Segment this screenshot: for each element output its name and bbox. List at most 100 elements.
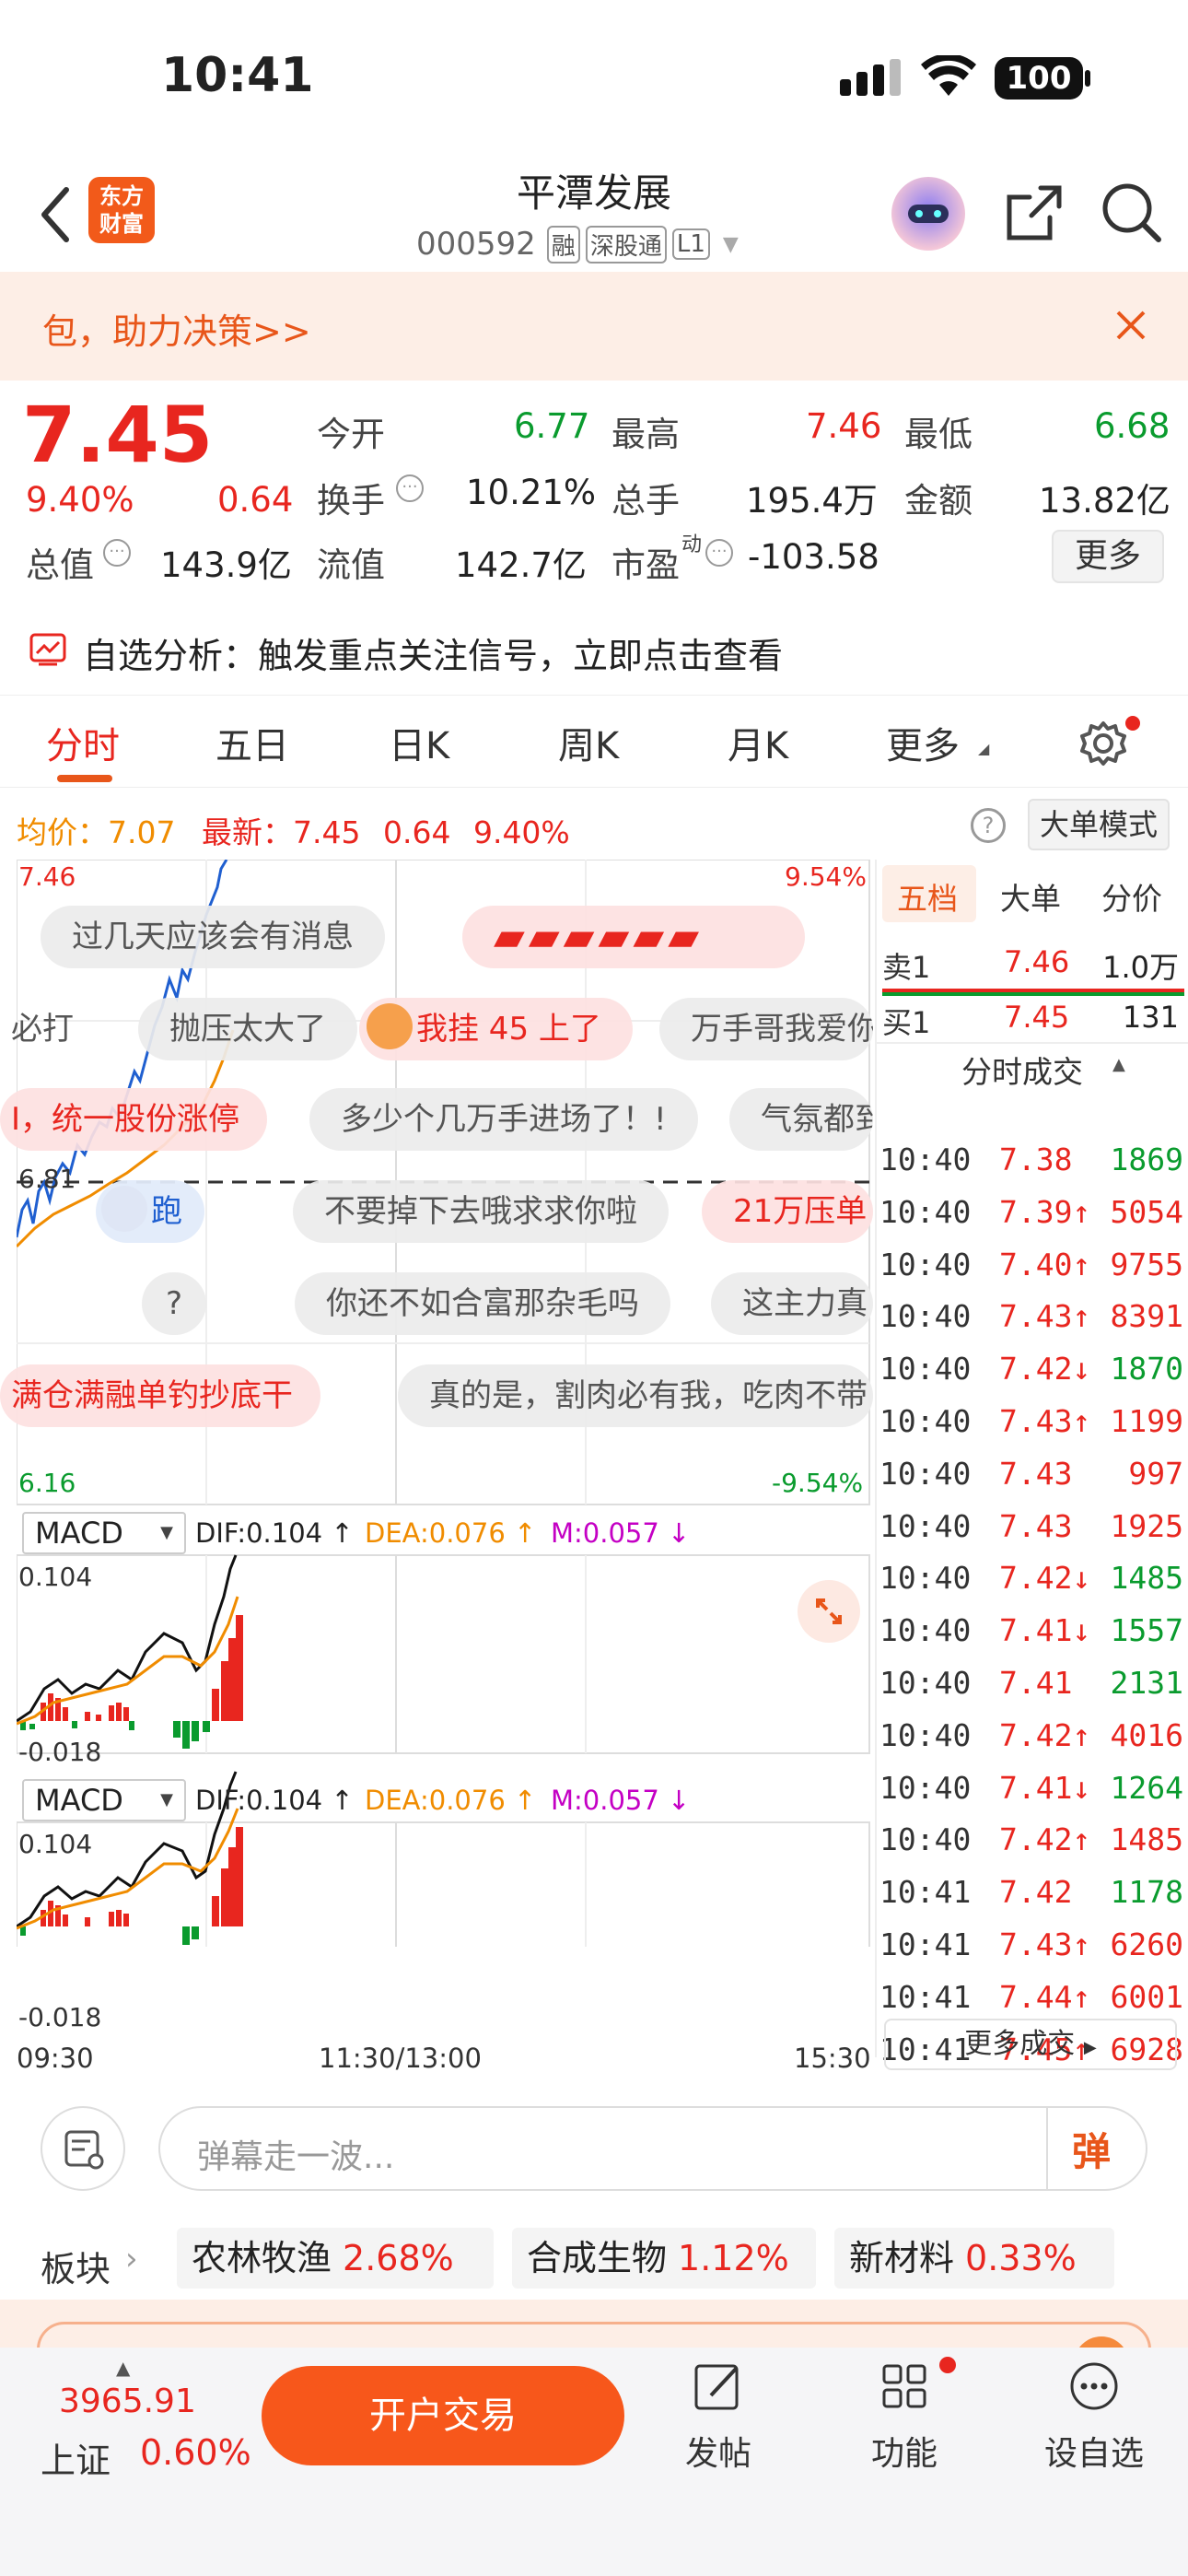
edit-icon bbox=[694, 2364, 739, 2410]
time-axis-end: 15:30 bbox=[794, 2043, 871, 2074]
danmu-comment[interactable]: 必打 bbox=[0, 998, 85, 1060]
more-trades-button[interactable]: 更多成交 ▶ bbox=[884, 2019, 1177, 2070]
expand-icon[interactable] bbox=[798, 1580, 860, 1643]
total-value-label: 总值 bbox=[26, 545, 94, 585]
tab-daily-k[interactable]: 日K bbox=[389, 716, 449, 769]
tab-big-orders[interactable]: 大单 bbox=[1000, 874, 1061, 919]
danmu-comment[interactable]: 你还不如合富那杂毛吗 bbox=[295, 1272, 670, 1335]
macd-top-1: 0.104 bbox=[18, 1562, 93, 1592]
danmu-input-placeholder: 弹幕走一波... bbox=[197, 2138, 395, 2176]
high-value: 7.46 bbox=[806, 406, 882, 446]
danmu-comment[interactable]: 万手哥我爱你 bbox=[659, 998, 873, 1060]
post-button[interactable]: 发帖 bbox=[670, 2359, 766, 2478]
search-icon[interactable] bbox=[1100, 181, 1164, 245]
more-button[interactable]: 更多 bbox=[1052, 530, 1164, 583]
big-order-mode-button[interactable]: 大单模式 bbox=[1028, 799, 1170, 850]
trade-row: 10:40 7.39↑ 5054 bbox=[879, 1194, 1183, 1247]
add-watchlist-button[interactable]: 设自选 bbox=[1039, 2359, 1149, 2478]
danmu-text: 跑 bbox=[151, 1193, 182, 1230]
danmu-flag-comment[interactable]: ▰▰▰▰▰▰ bbox=[462, 906, 805, 968]
help-icon[interactable]: ? bbox=[971, 808, 1006, 843]
trades-title[interactable]: 分时成交 bbox=[961, 1048, 1083, 1092]
danmu-comment[interactable]: I，统一股份涨停 bbox=[0, 1088, 268, 1151]
tab-price-distribution[interactable]: 分价 bbox=[1101, 874, 1162, 919]
buy1-price: 7.45 bbox=[1004, 1000, 1070, 1035]
tab-five-day[interactable]: 五日 bbox=[215, 716, 289, 769]
trade-time: 10:40 bbox=[879, 1455, 972, 1492]
danmu-comment[interactable]: 我挂 45 上了 bbox=[359, 998, 633, 1060]
promo-banner[interactable]: 包，助力决策>> bbox=[0, 272, 1188, 381]
danmu-comment[interactable]: 不要掉下去哦求求你啦 bbox=[293, 1180, 669, 1243]
danmu-comment[interactable]: 抛压太大了 bbox=[138, 998, 357, 1060]
trade-time: 10:41 bbox=[879, 1874, 972, 1911]
function-button[interactable]: 功能 bbox=[856, 2359, 952, 2478]
turnover-label: 换手 bbox=[317, 481, 385, 521]
sector-chip[interactable]: 新材料 0.33% bbox=[834, 2228, 1114, 2289]
danmu-comment[interactable]: 过几天应该会有消息 bbox=[41, 906, 385, 968]
danmu-comment[interactable]: ? bbox=[142, 1272, 207, 1335]
amount-value: 13.82亿 bbox=[1039, 481, 1171, 521]
danmu-settings-icon[interactable] bbox=[41, 2106, 125, 2191]
danmu-comment[interactable]: 跑 bbox=[96, 1180, 204, 1243]
open-account-trade-button[interactable]: 开户交易 bbox=[262, 2366, 624, 2465]
macd-m: M:0.057 ↓ bbox=[551, 1785, 691, 1816]
dropdown-icon[interactable]: ▼ bbox=[723, 233, 739, 256]
send-danmu-button[interactable]: 弹 bbox=[1072, 2121, 1127, 2176]
trade-price: 7.40↑ bbox=[999, 1246, 1091, 1282]
danmu-comment[interactable]: 这主力真 bbox=[711, 1272, 873, 1335]
danmu-comment[interactable]: 满仓满融单钓抄底干 bbox=[0, 1364, 320, 1427]
tab-more[interactable]: 更多 bbox=[886, 716, 960, 769]
index-value[interactable]: 3965.91 bbox=[59, 2383, 196, 2420]
more-dots-icon bbox=[1070, 2362, 1118, 2410]
bottom-toolbar: ▲ 3965.91 上证 0.60% 开户交易 发帖 功能 设自选 bbox=[0, 2348, 1188, 2576]
signal-icon bbox=[840, 59, 904, 96]
sector-chip[interactable]: 合成生物 1.12% bbox=[512, 2228, 816, 2289]
low-value: 6.68 bbox=[1094, 406, 1171, 446]
trade-price: 7.43 bbox=[999, 1507, 1073, 1544]
battery-icon: 100 bbox=[995, 57, 1083, 100]
sector-chip[interactable]: 农林牧渔 2.68% bbox=[177, 2228, 494, 2289]
danmu-comment[interactable]: 多少个几万手进场了！! bbox=[309, 1088, 698, 1151]
index-name: 上证 bbox=[41, 2441, 111, 2481]
danmu-comment[interactable]: 真的是，割肉必有我，吃肉不带 bbox=[398, 1364, 873, 1427]
danmu-text: 我挂 45 上了 bbox=[416, 1011, 601, 1048]
close-icon[interactable] bbox=[1114, 309, 1147, 342]
trade-time: 10:40 bbox=[879, 1769, 972, 1806]
low-label: 最低 bbox=[904, 415, 973, 454]
macd-header-1: MACD ▼ DIF:0.104 ↑ DEA:0.076 ↑ M:0.057 ↓ bbox=[17, 1506, 871, 1558]
buy1-label: 买1 bbox=[882, 1005, 931, 1040]
open-label: 今开 bbox=[317, 415, 385, 454]
danmu-comment[interactable]: 气氛都到 bbox=[729, 1088, 873, 1151]
sector-label[interactable]: 板块 bbox=[41, 2241, 111, 2291]
tab-level5[interactable]: 五档 bbox=[897, 874, 958, 919]
user-avatar bbox=[367, 1003, 413, 1049]
share-icon[interactable] bbox=[1004, 182, 1065, 243]
danmu-comment[interactable]: 21万压单 bbox=[702, 1180, 873, 1243]
tab-monthly-k[interactable]: 月K bbox=[728, 716, 788, 769]
settings-gear-icon[interactable] bbox=[1077, 718, 1129, 769]
macd-dif: DIF:0.104 ↑ bbox=[195, 1517, 354, 1549]
tab-weekly-k[interactable]: 周K bbox=[558, 716, 619, 769]
robot-avatar-icon[interactable] bbox=[891, 177, 965, 251]
trade-volume: 1870 bbox=[1110, 1351, 1183, 1388]
macd-selector-1[interactable]: MACD ▼ bbox=[22, 1512, 186, 1554]
status-bar: 10:41 100 bbox=[0, 0, 1188, 157]
y-axis-top: 7.46 bbox=[18, 861, 76, 892]
macd-header-2: MACD ▼ DIF:0.104 ↑ DEA:0.076 ↑ M:0.057 ↓ bbox=[17, 1774, 871, 1825]
info-icon[interactable]: ··· bbox=[396, 474, 424, 502]
tab-active-indicator bbox=[57, 775, 112, 782]
float-value-label: 流值 bbox=[317, 545, 385, 585]
info-icon[interactable]: ··· bbox=[705, 539, 733, 567]
more-trades-label: 更多成交 bbox=[964, 2028, 1076, 2060]
info-icon[interactable]: ··· bbox=[103, 539, 131, 567]
trade-volume: 1925 bbox=[1110, 1507, 1183, 1544]
pe-dynamic-sup: 动 bbox=[681, 533, 703, 556]
trade-price: 7.43↑ bbox=[999, 1298, 1091, 1335]
signal-notice[interactable]: 自选分析：触发重点关注信号，立即点击查看 bbox=[0, 603, 1188, 696]
danmu-input[interactable]: 弹幕走一波... 弹 bbox=[158, 2106, 1147, 2191]
chevron-right-icon: › bbox=[125, 2241, 138, 2277]
macd-selector-2[interactable]: MACD ▼ bbox=[22, 1779, 186, 1821]
trade-time: 10:41 bbox=[879, 1926, 972, 1962]
sector-bar: 板块 › 农林牧渔 2.68% 合成生物 1.12% 新材料 0.33% bbox=[0, 2219, 1188, 2311]
tab-intraday[interactable]: 分时 bbox=[46, 716, 120, 769]
